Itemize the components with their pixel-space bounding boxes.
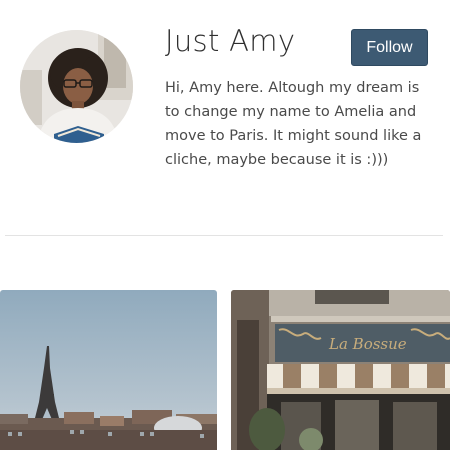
gallery-photo-storefront[interactable]: La Bossue bbox=[231, 290, 450, 450]
storefront-sign-text: La Bossue bbox=[328, 335, 407, 353]
paris-skyline-image bbox=[0, 290, 217, 450]
storefront-image: La Bossue bbox=[231, 290, 450, 450]
profile-bio: Hi, Amy here. Altough my dream is to cha… bbox=[165, 80, 422, 168]
profile-page: Just Amy Follow Hi, Amy here. Altough my… bbox=[0, 0, 450, 450]
avatar[interactable] bbox=[20, 30, 133, 143]
avatar-photo bbox=[20, 30, 133, 143]
follow-button[interactable]: Follow bbox=[351, 29, 428, 66]
profile-name: Just Amy bbox=[165, 24, 296, 58]
gallery-photo-paris[interactable] bbox=[0, 290, 217, 450]
divider bbox=[5, 235, 443, 236]
